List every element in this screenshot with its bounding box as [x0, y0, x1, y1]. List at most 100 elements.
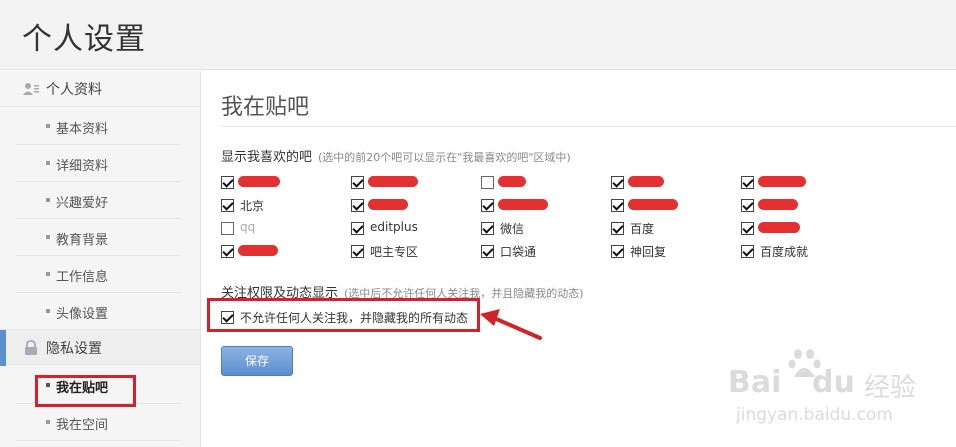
redaction-mark [758, 222, 800, 233]
bar-checkbox[interactable] [741, 176, 754, 189]
sidebar-item-label: 我在空间 [56, 418, 109, 433]
bar-checkbox[interactable] [741, 199, 754, 212]
bar-option[interactable] [221, 244, 341, 262]
bullet-icon [46, 383, 50, 387]
favorite-bars-label: 显示我喜欢的吧 (选中的前20个吧可以显示在"我最喜欢的吧"区域中) [221, 146, 571, 165]
bar-checkbox[interactable] [351, 245, 364, 258]
section-hint: (选中后不允许任何人关注我，并且隐藏我的动态) [344, 287, 584, 300]
bar-checkbox[interactable] [481, 199, 494, 212]
bar-label: 北京 [240, 199, 265, 213]
sidebar-group-label: 隐私设置 [46, 341, 102, 357]
section-hint: (选中的前20个吧可以显示在"我最喜欢的吧"区域中) [318, 151, 571, 164]
bar-checkbox[interactable] [611, 199, 624, 212]
bar-option[interactable]: 百度成就 [741, 244, 861, 262]
bar-checkbox[interactable] [351, 199, 364, 212]
bar-label: qq [240, 220, 256, 234]
bar-option[interactable] [351, 198, 471, 216]
sidebar-item-education[interactable]: 教育背景 [16, 219, 181, 256]
sidebar-group-label: 个人资料 [46, 82, 102, 98]
bar-label: editplus [370, 220, 418, 234]
sidebar-item-label: 兴趣爱好 [56, 196, 109, 211]
bar-option[interactable]: 口袋通 [481, 244, 601, 262]
annotation-arrow-icon [480, 309, 542, 340]
lock-icon [25, 340, 37, 355]
sidebar-item-work[interactable]: 工作信息 [16, 256, 181, 293]
sidebar-item-label: 头像设置 [56, 307, 109, 322]
sidebar-group-profile[interactable]: 个人资料 [0, 71, 200, 107]
redaction-mark [628, 176, 664, 187]
bar-option[interactable]: qq [221, 220, 341, 239]
sidebar-item-label: 基本资料 [56, 122, 109, 137]
privacy-option[interactable]: 不允许任何人关注我，并隐藏我的所有动态 [221, 310, 481, 328]
bullet-icon [46, 198, 50, 202]
bar-checkbox[interactable] [481, 222, 494, 235]
baidu-watermark: Bai du 经验 jingyan.baidu.com [726, 345, 946, 440]
bullet-icon [46, 161, 50, 165]
sidebar-item-label: 详细资料 [56, 159, 109, 174]
sidebar-item-detail-info[interactable]: 详细资料 [16, 145, 181, 182]
redaction-mark [498, 176, 526, 187]
bar-label: 神回复 [630, 245, 667, 259]
bar-option[interactable] [741, 221, 861, 239]
sidebar-item-space[interactable]: 我在空间 [16, 404, 181, 441]
sidebar-item-label: 我在贴吧 [56, 381, 109, 396]
bar-option[interactable] [741, 198, 861, 216]
bar-checkbox[interactable] [611, 176, 624, 189]
section-title: 我在贴吧 [221, 95, 310, 120]
bar-checkbox[interactable] [741, 222, 754, 235]
bar-option[interactable] [481, 175, 601, 193]
watermark-cn: 经验 [864, 373, 917, 403]
bar-checkbox[interactable] [221, 222, 234, 235]
bar-checkbox[interactable] [351, 222, 364, 235]
watermark-url: jingyan.baidu.com [736, 405, 893, 425]
watermark-brand2: du [812, 365, 855, 400]
divider [221, 126, 956, 127]
redaction-mark [368, 176, 418, 187]
bar-checkbox[interactable] [351, 176, 364, 189]
section-label-text: 关注权限及动态显示 [221, 286, 339, 301]
bar-label: 口袋通 [500, 245, 537, 259]
bar-option[interactable]: 神回复 [611, 244, 731, 262]
bar-checkbox[interactable] [481, 245, 494, 258]
bar-checkbox[interactable] [611, 222, 624, 235]
bar-option[interactable]: editplus [351, 220, 471, 239]
bar-option[interactable] [611, 175, 731, 193]
watermark-brand: Bai [728, 365, 782, 400]
bar-option[interactable]: 吧主专区 [351, 244, 471, 262]
bar-option[interactable]: 北京 [221, 198, 341, 216]
bar-label: 百度 [630, 222, 655, 236]
bar-option[interactable]: 微信 [481, 221, 601, 239]
redaction-mark [498, 199, 548, 210]
sidebar-item-hobbies[interactable]: 兴趣爱好 [16, 182, 181, 219]
page-title: 个人设置 [22, 22, 146, 57]
bar-label: 微信 [500, 222, 525, 236]
bar-checkbox[interactable] [741, 245, 754, 258]
bar-checkbox[interactable] [611, 245, 624, 258]
sidebar-item-tieba[interactable]: 我在贴吧 [16, 367, 181, 404]
bar-option[interactable] [481, 198, 601, 216]
privacy-option-label: 不允许任何人关注我，并隐藏我的所有动态 [240, 311, 469, 325]
bar-option[interactable] [351, 175, 471, 193]
sidebar-item-label: 教育背景 [56, 233, 109, 248]
sidebar-item-basic-info[interactable]: 基本资料 [16, 108, 181, 145]
bullet-icon [46, 309, 50, 313]
bar-option[interactable] [221, 175, 341, 193]
privacy-section-label: 关注权限及动态显示 (选中后不允许任何人关注我，并且隐藏我的动态) [221, 282, 584, 301]
privacy-checkbox[interactable] [221, 311, 234, 324]
section-label-text: 显示我喜欢的吧 [221, 150, 313, 165]
sidebar: 个人资料 基本资料 详细资料 兴趣爱好 教育背景 工作信息 头像设置 隐私设置 … [0, 71, 201, 447]
bar-option[interactable] [611, 198, 731, 216]
save-button[interactable]: 保存 [221, 346, 293, 376]
bar-label: 吧主专区 [370, 245, 419, 259]
sidebar-group-privacy[interactable]: 隐私设置 [0, 329, 200, 366]
bullet-icon [46, 420, 50, 424]
bar-checkbox[interactable] [481, 176, 494, 189]
bullet-icon [46, 235, 50, 239]
bar-checkbox[interactable] [221, 176, 234, 189]
sidebar-item-avatar[interactable]: 头像设置 [16, 293, 181, 330]
bar-checkbox[interactable] [221, 199, 234, 212]
bar-option[interactable]: 百度 [611, 221, 731, 239]
bar-checkbox[interactable] [221, 245, 234, 258]
redaction-mark [238, 245, 278, 256]
bar-option[interactable] [741, 175, 861, 193]
